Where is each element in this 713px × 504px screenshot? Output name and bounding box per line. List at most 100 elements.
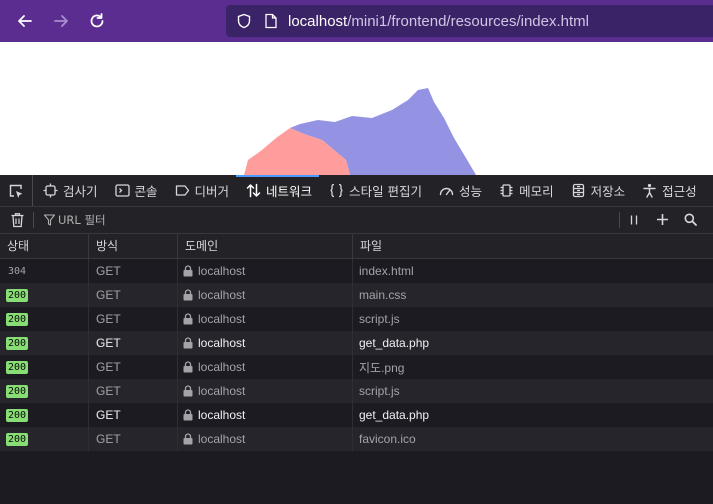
request-file: script.js xyxy=(359,384,400,398)
request-list: 304 GET localhost index.html 200 GET loc… xyxy=(0,259,713,451)
column-header-method[interactable]: 방식 xyxy=(89,234,178,258)
request-method: GET xyxy=(89,379,178,403)
back-button[interactable] xyxy=(7,0,43,42)
forward-arrow-icon xyxy=(54,15,68,27)
address-bar[interactable]: localhost/mini1/frontend/resources/index… xyxy=(226,5,713,37)
request-domain: localhost xyxy=(198,408,246,422)
request-method: GET xyxy=(89,283,178,307)
request-method: GET xyxy=(89,427,178,451)
console-icon xyxy=(114,184,130,197)
tab-style-editor-label: 스타일 편집기 xyxy=(349,184,423,199)
request-domain: localhost xyxy=(198,360,246,374)
lock-icon xyxy=(183,409,193,421)
table-row[interactable]: 200 GET localhost script.js xyxy=(0,379,713,403)
url-path: /mini1/frontend/resources/index.html xyxy=(347,12,589,30)
page-info-icon[interactable] xyxy=(264,13,278,29)
tab-memory[interactable]: 메모리 xyxy=(489,175,561,206)
status-badge: 200 xyxy=(6,360,29,374)
table-row[interactable]: 200 GET localhost 지도.png xyxy=(0,355,713,379)
table-row[interactable]: 200 GET localhost get_data.php xyxy=(0,331,713,355)
reload-button[interactable] xyxy=(79,0,115,42)
shield-icon[interactable] xyxy=(236,13,252,29)
forward-button[interactable] xyxy=(43,0,79,42)
status-badge: 200 xyxy=(6,408,29,422)
request-file: 지도.png xyxy=(359,360,405,375)
network-filter-bar: URL 필터 xyxy=(0,207,713,234)
status-badge: 200 xyxy=(6,384,29,398)
lock-icon xyxy=(183,313,193,325)
request-method: GET xyxy=(89,307,178,331)
inspector-icon xyxy=(43,183,58,198)
request-domain: localhost xyxy=(198,384,246,398)
performance-icon xyxy=(439,187,454,196)
request-file: index.html xyxy=(359,264,414,278)
request-domain: localhost xyxy=(198,288,246,302)
request-table-header: 상태 방식 도메인 파일 xyxy=(0,234,713,259)
request-method: GET xyxy=(89,259,178,283)
tab-console[interactable]: 콘솔 xyxy=(105,175,165,206)
request-domain: localhost xyxy=(198,312,246,326)
trash-icon[interactable] xyxy=(10,212,25,228)
request-file: script.js xyxy=(359,312,400,326)
request-domain: localhost xyxy=(198,432,246,446)
tab-performance[interactable]: 성능 xyxy=(429,175,489,206)
reload-icon xyxy=(90,13,104,28)
browser-toolbar: localhost/mini1/frontend/resources/index… xyxy=(0,0,713,42)
lock-icon xyxy=(183,361,193,373)
request-domain: localhost xyxy=(198,264,246,278)
storage-icon xyxy=(572,183,584,198)
request-method: GET xyxy=(89,403,178,427)
devtools-tab-bar: 검사기 콘솔 디버거 네트워크 스타일 편집기 성능 메모리 저장소 접근성 xyxy=(0,175,713,207)
table-row[interactable]: 200 GET localhost main.css xyxy=(0,283,713,307)
search-icon[interactable] xyxy=(684,213,697,226)
tab-accessibility[interactable]: 접근성 xyxy=(632,175,704,206)
tab-inspector[interactable]: 검사기 xyxy=(33,175,105,206)
lock-icon xyxy=(183,385,193,397)
filter-icon xyxy=(44,214,55,226)
element-picker-button[interactable] xyxy=(0,175,33,206)
request-file: get_data.php xyxy=(359,336,430,350)
column-header-status[interactable]: 상태 xyxy=(0,234,89,258)
toolbar-separator xyxy=(33,212,34,228)
tab-debugger[interactable]: 디버거 xyxy=(165,175,237,206)
url-filter-input[interactable]: URL 필터 xyxy=(58,212,106,228)
request-method: GET xyxy=(89,331,178,355)
tab-storage[interactable]: 저장소 xyxy=(561,175,633,206)
tab-console-label: 콘솔 xyxy=(134,184,158,199)
toolbar-separator xyxy=(619,212,620,228)
tab-style-editor[interactable]: 스타일 편집기 xyxy=(319,175,429,206)
plus-icon[interactable] xyxy=(656,213,669,226)
map-image xyxy=(244,88,476,175)
column-header-domain[interactable]: 도메인 xyxy=(178,234,353,258)
lock-icon xyxy=(183,433,193,445)
tab-storage-label: 저장소 xyxy=(590,184,626,199)
tab-debugger-label: 디버거 xyxy=(194,184,230,199)
request-file: main.css xyxy=(359,288,407,302)
status-badge: 200 xyxy=(6,288,29,302)
status-badge: 200 xyxy=(6,336,29,350)
lock-icon xyxy=(183,265,193,277)
tab-network-label: 네트워크 xyxy=(266,184,313,199)
lock-icon xyxy=(183,337,193,349)
table-row[interactable]: 200 GET localhost script.js xyxy=(0,307,713,331)
request-file: favicon.ico xyxy=(359,432,416,446)
table-row[interactable]: 200 GET localhost favicon.ico xyxy=(0,427,713,451)
url-text[interactable]: localhost/mini1/frontend/resources/index… xyxy=(288,13,589,30)
status-badge: 200 xyxy=(6,432,29,446)
back-arrow-icon xyxy=(18,15,32,27)
table-row[interactable]: 200 GET localhost get_data.php xyxy=(0,403,713,427)
request-domain: localhost xyxy=(198,336,246,350)
lock-icon xyxy=(183,289,193,301)
page-content xyxy=(0,42,713,175)
tab-performance-label: 성능 xyxy=(459,184,483,199)
accessibility-icon xyxy=(643,183,656,198)
column-header-file[interactable]: 파일 xyxy=(353,234,713,258)
tab-network[interactable]: 네트워크 xyxy=(236,175,320,206)
status-badge: 200 xyxy=(6,312,29,326)
element-picker-icon xyxy=(9,184,23,198)
pause-icon[interactable] xyxy=(628,214,640,226)
table-row[interactable]: 304 GET localhost index.html xyxy=(0,259,713,283)
style-editor-icon xyxy=(330,183,343,198)
memory-icon xyxy=(500,184,513,197)
url-host: localhost xyxy=(288,12,348,30)
